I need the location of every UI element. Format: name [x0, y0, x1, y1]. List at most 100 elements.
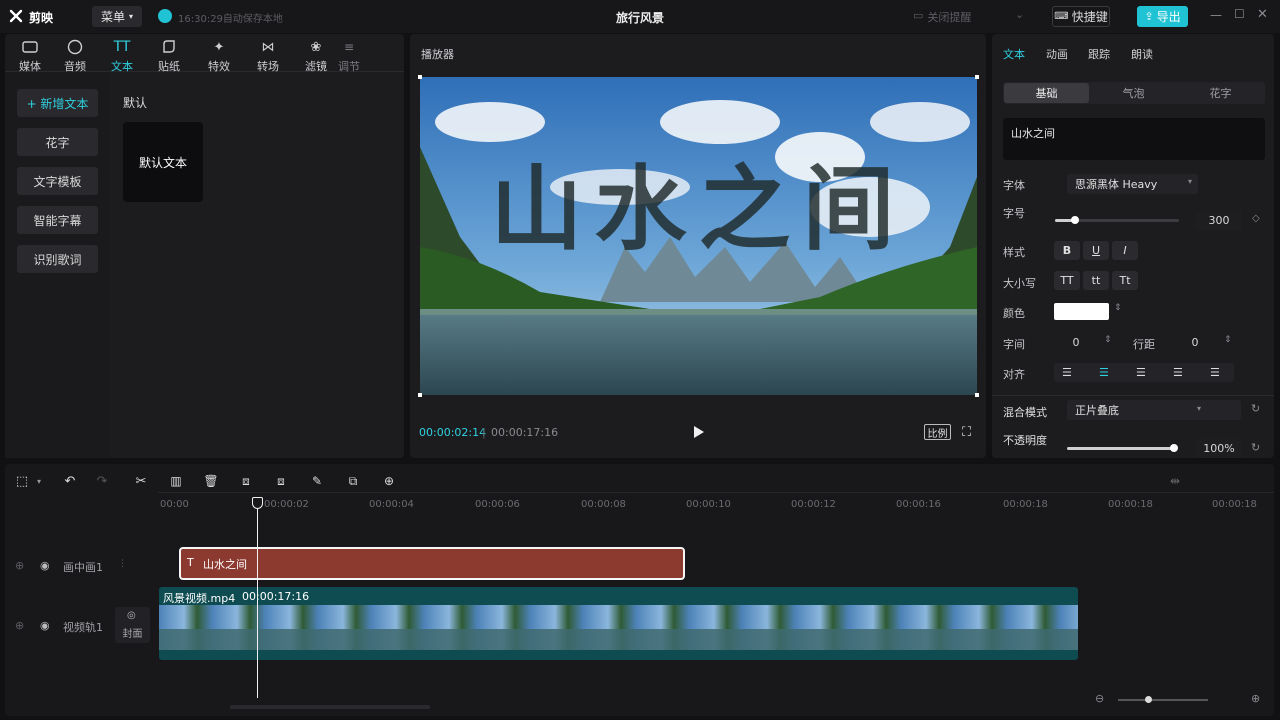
zoom-slider[interactable] — [1118, 699, 1208, 701]
stepper-icon[interactable]: ⇕ — [1224, 335, 1232, 345]
keyframe-icon[interactable]: ◇ — [1252, 213, 1260, 224]
playhead-handle[interactable] — [252, 497, 263, 509]
tool-transition[interactable]: ⋈ 转场 — [250, 38, 286, 74]
tab-animation[interactable]: 动画 — [1046, 46, 1068, 62]
resize-handle[interactable] — [975, 393, 979, 397]
align-justify-icon[interactable]: ☰ — [1173, 366, 1183, 379]
color-picker-arrow-icon[interactable]: ⇕ — [1114, 303, 1122, 313]
chevron-down-icon: ▾ — [1187, 177, 1192, 186]
text-template-button[interactable]: 文字模板 — [17, 167, 98, 195]
maximize-icon[interactable]: ☐ — [1234, 7, 1245, 21]
default-text-card[interactable]: 默认文本 — [123, 122, 203, 202]
size-input[interactable]: 300 — [1196, 211, 1242, 230]
video-preview[interactable]: 山水之间 — [420, 77, 977, 395]
reset-icon[interactable]: ↻ — [1251, 402, 1260, 415]
lowercase-button[interactable]: tt — [1083, 271, 1109, 290]
stepper-icon[interactable]: ⇕ — [1104, 335, 1112, 345]
minimize-icon[interactable]: — — [1210, 8, 1222, 22]
ruler-tick-label: 00:00:08 — [581, 499, 626, 510]
edit-icon[interactable]: ✎ — [308, 472, 326, 490]
underline-button[interactable]: U — [1083, 241, 1109, 260]
add-text-button[interactable]: + 新增文本 — [17, 89, 98, 117]
delete-left-icon[interactable]: ▥ — [167, 472, 185, 490]
align-right-icon[interactable]: ☰ — [1136, 366, 1146, 379]
text-content-input[interactable]: 山水之间 — [1003, 118, 1265, 160]
tool-audio[interactable]: 音频 — [57, 38, 93, 74]
tab-tracking[interactable]: 跟踪 — [1088, 46, 1110, 62]
reset-icon[interactable]: ↻ — [1251, 441, 1260, 454]
resize-handle[interactable] — [418, 393, 422, 397]
playhead[interactable] — [257, 497, 258, 698]
tab-read-aloud[interactable]: 朗读 — [1131, 46, 1153, 62]
bold-button[interactable]: B — [1054, 241, 1080, 260]
size-slider-handle[interactable] — [1070, 216, 1079, 224]
ratio-button[interactable]: 比例 — [924, 424, 951, 440]
close-reminder-button[interactable]: ▭ 关闭提醒 — [913, 9, 971, 25]
tool-sticker-label: 贴纸 — [158, 60, 180, 73]
zoom-slider-handle[interactable] — [1145, 696, 1152, 703]
horizontal-scrollbar[interactable] — [230, 705, 430, 709]
snap-icon[interactable]: ⇹ — [1166, 472, 1184, 490]
preview-overlay-text[interactable]: 山水之间 — [420, 155, 977, 265]
video-clip[interactable]: 风景视频.mp4 00:00:17:16 — [159, 587, 1078, 660]
delete-icon[interactable]: 🗑 — [202, 472, 220, 490]
align-left-icon[interactable]: ☰ — [1062, 366, 1072, 379]
visibility-icon[interactable]: ◉ — [40, 619, 50, 632]
video-clip-duration: 00:00:17:16 — [242, 590, 310, 603]
cover-button[interactable]: ◎ 封面 — [115, 607, 150, 643]
auto-caption-button[interactable]: 智能字幕 — [17, 206, 98, 234]
color-swatch[interactable] — [1054, 303, 1109, 320]
align-distribute-icon[interactable]: ☰ — [1210, 366, 1220, 379]
fullscreen-icon[interactable]: ⛶ — [962, 425, 971, 440]
zoom-clip-icon[interactable]: ⊕ — [380, 472, 398, 490]
close-icon[interactable]: ✕ — [1257, 7, 1268, 22]
resize-handle[interactable] — [975, 75, 979, 79]
visibility-icon[interactable]: ◉ — [40, 559, 50, 572]
play-icon[interactable] — [693, 425, 705, 439]
select-tool-icon[interactable]: ⬚ — [13, 472, 31, 490]
split-icon[interactable]: ✂ — [132, 472, 150, 490]
resize-handle[interactable] — [418, 75, 422, 79]
crop-icon[interactable]: ⧉ — [344, 472, 362, 490]
opacity-slider-handle[interactable] — [1170, 444, 1178, 452]
tool-sticker[interactable]: 贴纸 — [151, 38, 187, 74]
more-icon[interactable]: ⌄ — [1015, 8, 1024, 21]
undo-icon[interactable]: ↶ — [61, 472, 79, 490]
lyrics-recognition-button[interactable]: 识别歌词 — [17, 245, 98, 273]
mirror-icon[interactable]: ⧈ — [272, 472, 290, 490]
fancy-text-button[interactable]: 花字 — [17, 128, 98, 156]
export-button[interactable]: ⇪ 导出 — [1137, 6, 1188, 27]
italic-button[interactable]: I — [1112, 241, 1138, 260]
titlecase-button[interactable]: Tt — [1112, 271, 1138, 290]
lock-icon[interactable]: ⊕ — [15, 619, 24, 632]
uppercase-button[interactable]: TT — [1054, 271, 1080, 290]
tool-filter[interactable]: ❀ 滤镜 — [298, 38, 334, 74]
redo-icon[interactable]: ↷ — [93, 472, 111, 490]
text-clip[interactable]: T 山水之间 — [179, 547, 685, 580]
zoom-out-icon[interactable]: ⊖ — [1095, 692, 1104, 705]
line-spacing-input[interactable]: 0 — [1175, 333, 1215, 352]
blend-select[interactable]: 正片叠底 ▾ — [1067, 400, 1241, 420]
tool-adjust[interactable]: ≡ 调节 — [337, 38, 361, 74]
opacity-slider[interactable] — [1067, 444, 1178, 452]
font-select[interactable]: 思源黑体 Heavy ▾ — [1067, 174, 1198, 194]
subtab-bubble[interactable]: 气泡 — [1091, 83, 1176, 103]
export-icon: ⇪ — [1144, 10, 1154, 23]
tool-effects[interactable]: ✦ 特效 — [201, 38, 237, 74]
size-slider[interactable] — [1055, 216, 1179, 224]
chevron-down-icon[interactable]: ▾ — [30, 472, 48, 490]
zoom-in-icon[interactable]: ⊕ — [1251, 692, 1260, 705]
sticker-icon — [151, 38, 187, 56]
tool-text[interactable]: TT 文本 — [104, 38, 140, 74]
lock-icon[interactable]: ⊕ — [15, 559, 24, 572]
shortcut-button[interactable]: ⌨ 快捷键 — [1052, 6, 1110, 27]
track-audio-icon[interactable]: ⋮ — [118, 559, 127, 569]
subtab-basic[interactable]: 基础 — [1004, 83, 1089, 103]
subtab-fancy[interactable]: 花字 — [1178, 83, 1263, 103]
align-center-icon[interactable]: ☰ — [1099, 366, 1109, 379]
tool-media[interactable]: 媒体 — [12, 38, 48, 74]
letter-spacing-input[interactable]: 0 — [1056, 333, 1096, 352]
tab-text[interactable]: 文本 — [1003, 46, 1025, 62]
opacity-input[interactable]: 100% — [1196, 439, 1242, 458]
freeze-icon[interactable]: ⧈ — [237, 472, 255, 490]
